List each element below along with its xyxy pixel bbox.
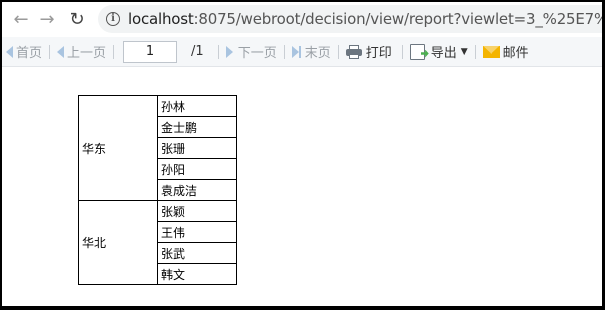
print-button[interactable]: 打印: [345, 37, 392, 67]
first-page-button[interactable]: 首页: [6, 37, 42, 67]
print-label: 打印: [365, 46, 392, 61]
report-toolbar: 首页 上一页 /1 下一页 末页 打印 导出 ▼: [2, 37, 602, 67]
toolbar-divider: [49, 44, 51, 59]
name-cell[interactable]: 张珊: [157, 137, 237, 159]
prev-page-label: 上一页: [67, 46, 107, 61]
last-page-label: 末页: [304, 46, 331, 61]
mail-label: 邮件: [502, 46, 529, 61]
mail-button[interactable]: 邮件: [482, 37, 529, 67]
table-row: 华东 孙林: [78, 95, 237, 201]
last-page-icon: [291, 45, 299, 58]
toolbar-divider: [283, 44, 285, 59]
printer-icon: [345, 44, 362, 59]
reload-icon: ↻: [69, 8, 85, 30]
next-page-button[interactable]: 下一页: [225, 37, 277, 67]
prev-page-icon: [57, 45, 65, 58]
table-row: 华北 张颖: [78, 200, 237, 285]
page-number-input[interactable]: [123, 40, 178, 63]
last-page-button[interactable]: 末页: [291, 37, 331, 67]
back-button[interactable]: ←: [8, 6, 34, 32]
info-icon[interactable]: i: [106, 12, 120, 26]
page-total: /1: [191, 44, 204, 59]
toolbar-divider: [217, 44, 219, 59]
url-field[interactable]: i localhost:8075/webroot/decision/view/r…: [98, 5, 602, 33]
browser-window: ← → ↻ i localhost:8075/webroot/decision/…: [2, 2, 602, 306]
toolbar-divider: [113, 44, 115, 59]
mail-icon: [482, 45, 500, 58]
name-cell[interactable]: 韩文: [157, 263, 237, 285]
first-page-icon: [6, 45, 13, 58]
export-icon: [409, 43, 425, 60]
chevron-down-icon: ▼: [460, 46, 468, 57]
next-page-label: 下一页: [237, 46, 277, 61]
toolbar-divider: [337, 44, 339, 59]
report-table: 华东 孙林 金士鹏 张珊 孙阳 袁成洁 华北 张颖 王伟 张武 韩文: [78, 95, 237, 285]
name-cell[interactable]: 张颖: [157, 200, 237, 222]
address-bar: ← → ↻ i localhost:8075/webroot/decision/…: [2, 2, 602, 36]
reload-button[interactable]: ↻: [64, 6, 90, 32]
name-cell[interactable]: 金士鹏: [157, 116, 237, 138]
url-text: localhost:8075/webroot/decision/view/rep…: [128, 10, 602, 28]
toolbar-divider: [474, 44, 476, 59]
first-page-label: 首页: [16, 46, 43, 61]
name-cell[interactable]: 孙阳: [157, 158, 237, 180]
name-cell[interactable]: 袁成洁: [157, 179, 237, 201]
url-path: :8075/webroot/decision/view/report?viewl…: [193, 10, 602, 28]
name-cell[interactable]: 张武: [157, 242, 237, 264]
report-body: 华东 孙林 金士鹏 张珊 孙阳 袁成洁 华北 张颖 王伟 张武 韩文: [78, 95, 237, 285]
export-button[interactable]: 导出 ▼: [409, 37, 468, 67]
arrow-left-icon: ←: [13, 8, 29, 30]
prev-page-button[interactable]: 上一页: [57, 37, 106, 67]
forward-button[interactable]: →: [34, 6, 60, 32]
toolbar-divider: [401, 44, 403, 59]
arrow-right-icon: →: [39, 8, 55, 30]
name-cell[interactable]: 王伟: [157, 221, 237, 243]
name-cell[interactable]: 孙林: [157, 95, 237, 117]
region-cell[interactable]: 华东: [78, 95, 158, 201]
region-cell[interactable]: 华北: [78, 200, 158, 285]
next-page-icon: [225, 45, 233, 58]
url-host: localhost: [128, 10, 194, 28]
export-label: 导出: [430, 46, 457, 61]
last-page-bar-icon: [298, 45, 301, 58]
